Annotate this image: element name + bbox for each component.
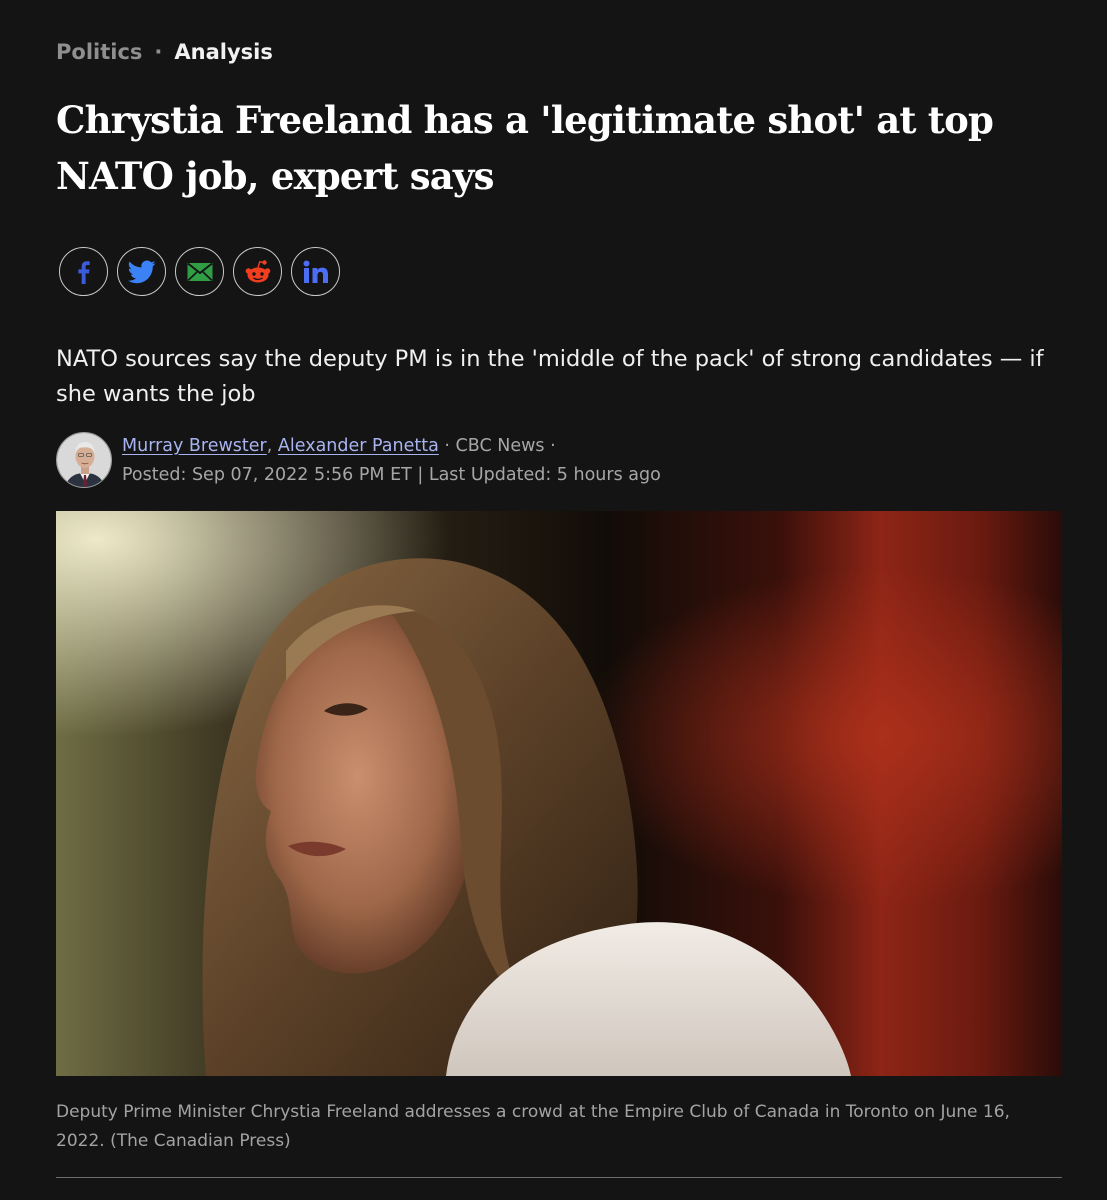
twitter-icon xyxy=(127,259,156,283)
share-linkedin-button[interactable] xyxy=(291,247,340,296)
article-deck: NATO sources say the deputy PM is in the… xyxy=(56,346,1044,407)
article-type-label: Analysis xyxy=(174,40,273,64)
hero-caption: Deputy Prime Minister Chrystia Freeland … xyxy=(56,1102,1010,1151)
share-reddit-button[interactable] xyxy=(233,247,282,296)
linkedin-icon xyxy=(303,260,328,283)
breadcrumb: Politics · Analysis xyxy=(56,40,273,64)
share-email-button[interactable] xyxy=(175,247,224,296)
breadcrumb-separator: · xyxy=(154,40,163,64)
article-headline: Chrystia Freeland has a 'legitimate shot… xyxy=(56,98,994,198)
author-separator: , xyxy=(266,436,273,456)
publisher-label: · CBC News · xyxy=(444,436,556,456)
hero-image[interactable] xyxy=(56,511,1062,1076)
breadcrumb-section-link[interactable]: Politics xyxy=(56,40,142,64)
divider xyxy=(56,1177,1062,1178)
author-link[interactable]: Murray Brewster xyxy=(122,436,267,456)
byline-authors-line: Murray Brewster, Alexander Panetta · CBC… xyxy=(122,432,661,461)
share-twitter-button[interactable] xyxy=(117,247,166,296)
email-icon xyxy=(186,262,213,281)
facebook-icon xyxy=(77,260,90,284)
author-portrait-image xyxy=(57,433,111,487)
article-dates: Posted: Sep 07, 2022 5:56 PM ET | Last U… xyxy=(122,465,661,485)
byline-text: Murray Brewster, Alexander Panetta · CBC… xyxy=(122,432,661,490)
share-facebook-button[interactable] xyxy=(59,247,108,296)
hero-photo xyxy=(56,511,1062,1076)
author-avatar[interactable] xyxy=(56,432,112,488)
byline: Murray Brewster, Alexander Panetta · CBC… xyxy=(56,432,661,490)
reddit-icon xyxy=(245,259,270,282)
share-bar xyxy=(59,247,340,296)
author-link[interactable]: Alexander Panetta xyxy=(278,436,439,456)
